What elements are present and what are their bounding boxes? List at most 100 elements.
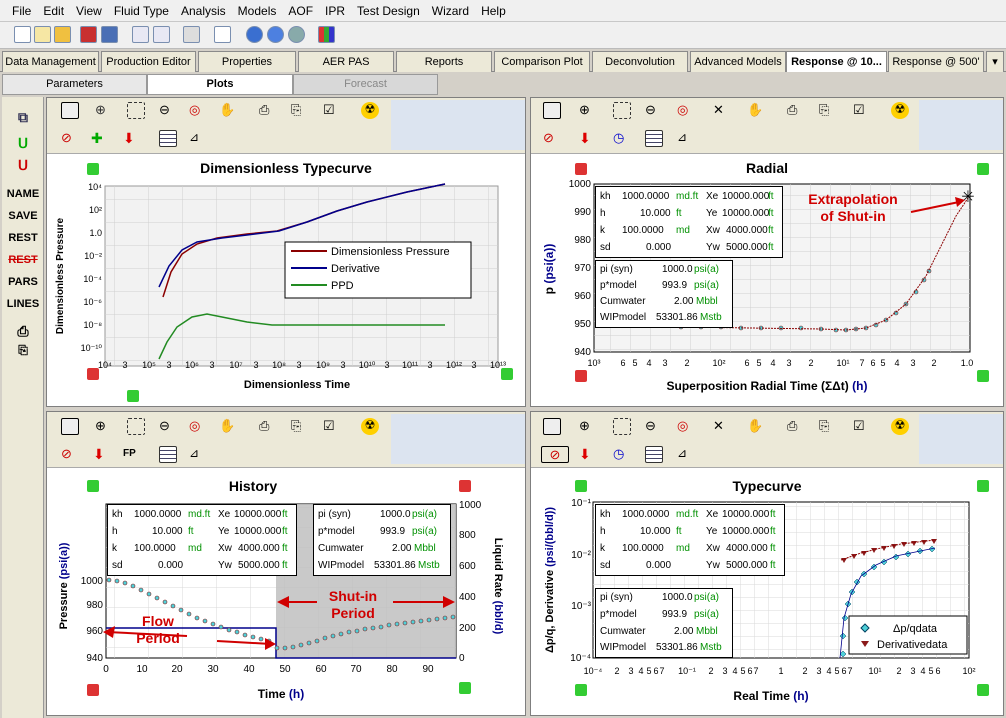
no-line-icon[interactable]: ⊘ bbox=[61, 446, 79, 463]
open-folder-icon[interactable] bbox=[54, 26, 71, 43]
settings-icon[interactable] bbox=[288, 26, 305, 43]
radiation-icon[interactable]: ☢ bbox=[361, 102, 379, 119]
table-icon[interactable] bbox=[645, 130, 663, 147]
name-button[interactable]: NAME bbox=[2, 188, 44, 200]
reset-zoom-icon[interactable]: ◎ bbox=[677, 102, 695, 119]
export-icon[interactable]: ⎘ bbox=[819, 102, 837, 119]
add-line-icon[interactable]: ✚ bbox=[91, 130, 109, 147]
unlock-icon[interactable] bbox=[977, 480, 989, 492]
menu-fluid-type[interactable]: Fluid Type bbox=[114, 4, 169, 18]
axes-icon[interactable]: ⊿ bbox=[677, 130, 695, 147]
tab-production-editor[interactable]: Production Editor bbox=[101, 51, 196, 72]
print-all-icon[interactable]: ⎘ bbox=[2, 343, 44, 358]
tab-response-500[interactable]: Response @ 500' bbox=[888, 51, 984, 72]
reset-zoom-icon[interactable]: ◎ bbox=[677, 418, 695, 435]
zoom-in-icon[interactable]: ⊕ bbox=[579, 418, 597, 435]
pointer-icon[interactable] bbox=[543, 418, 561, 435]
lock-icon[interactable] bbox=[87, 684, 99, 696]
radiation-icon[interactable]: ☢ bbox=[891, 102, 909, 119]
tab-data-management[interactable]: Data Management bbox=[2, 51, 99, 72]
fp-button[interactable]: FP bbox=[123, 448, 141, 465]
arrow-down-icon[interactable]: ⬇ bbox=[579, 130, 597, 147]
zoom-in-icon[interactable]: ⊕ bbox=[95, 418, 113, 435]
zoom-out-icon[interactable]: ⊖ bbox=[159, 102, 177, 119]
print-icon[interactable]: ⎙ bbox=[259, 418, 277, 435]
zoom-in-icon[interactable]: ⊕ bbox=[579, 102, 597, 119]
pan-icon[interactable]: ✋ bbox=[747, 418, 765, 435]
tab-advanced-models[interactable]: Advanced Models bbox=[690, 51, 786, 72]
reset-zoom-icon[interactable]: ◎ bbox=[189, 418, 207, 435]
unlock-icon[interactable] bbox=[575, 480, 587, 492]
axes-icon[interactable]: ⊿ bbox=[189, 446, 207, 463]
zoom-out-icon[interactable]: ⊖ bbox=[645, 102, 663, 119]
tab-response-10[interactable]: Response @ 10... bbox=[786, 51, 887, 73]
menu-file[interactable]: File bbox=[12, 4, 31, 18]
unlock-icon[interactable] bbox=[977, 684, 989, 696]
radiation-icon[interactable]: ☢ bbox=[891, 418, 909, 435]
no-line-icon[interactable]: ⊘ bbox=[61, 130, 79, 147]
menu-aof[interactable]: AOF bbox=[288, 4, 313, 18]
table-icon[interactable] bbox=[159, 446, 177, 463]
notes-icon[interactable]: ☑ bbox=[323, 102, 341, 119]
restore-button[interactable]: REST bbox=[2, 232, 44, 244]
print-icon[interactable]: ⎙ bbox=[787, 102, 805, 119]
notes-icon[interactable]: ☑ bbox=[323, 418, 341, 435]
crosshair-icon[interactable]: ✕ bbox=[713, 102, 731, 119]
menu-wizard[interactable]: Wizard bbox=[432, 4, 469, 18]
menu-test-design[interactable]: Test Design bbox=[357, 4, 420, 18]
menu-edit[interactable]: Edit bbox=[43, 4, 64, 18]
arrow-down-icon[interactable]: ⬇ bbox=[93, 446, 111, 463]
copy-plot-icon[interactable]: ⧉ bbox=[2, 109, 44, 126]
axes-icon[interactable]: ⊿ bbox=[189, 130, 207, 147]
fit-icon[interactable]: Ս bbox=[2, 135, 44, 152]
print-icon[interactable]: ⎙ bbox=[787, 418, 805, 435]
tab-aer-pas[interactable]: AER PAS bbox=[298, 51, 394, 72]
zoom-box-icon[interactable] bbox=[613, 418, 631, 435]
unlock-icon[interactable] bbox=[87, 163, 99, 175]
zoom-box-icon[interactable] bbox=[613, 102, 631, 119]
tab-plots[interactable]: Plots bbox=[147, 74, 293, 95]
menu-ipr[interactable]: IPR bbox=[325, 4, 345, 18]
lock-icon[interactable] bbox=[459, 480, 471, 492]
lines-button[interactable]: LINES bbox=[2, 298, 44, 310]
help-icon[interactable] bbox=[246, 26, 263, 43]
crosshair-icon[interactable]: ✕ bbox=[713, 418, 731, 435]
tab-forecast[interactable]: Forecast bbox=[293, 74, 438, 95]
lock-icon[interactable] bbox=[87, 368, 99, 380]
print-plot-icon[interactable]: ⎙ bbox=[2, 323, 44, 340]
pan-icon[interactable]: ✋ bbox=[219, 418, 237, 435]
pars-button[interactable]: PARS bbox=[2, 276, 44, 288]
zoom-box-icon[interactable] bbox=[127, 418, 145, 435]
pan-icon[interactable]: ✋ bbox=[747, 102, 765, 119]
menu-help[interactable]: Help bbox=[481, 4, 506, 18]
copy-icon[interactable] bbox=[132, 26, 149, 43]
pan-icon[interactable]: ✋ bbox=[219, 102, 237, 119]
zoom-in-icon[interactable]: ⊕ bbox=[95, 102, 113, 119]
no-line-toggle-icon[interactable]: ⊘ bbox=[541, 446, 569, 463]
export-icon[interactable]: ⎘ bbox=[291, 418, 309, 435]
zoom-out-icon[interactable]: ⊖ bbox=[645, 418, 663, 435]
restore-disabled-button[interactable]: REST bbox=[2, 254, 44, 266]
reset-zoom-icon[interactable]: ◎ bbox=[189, 102, 207, 119]
wizard-icon[interactable] bbox=[80, 26, 97, 43]
axes-icon[interactable]: ⊿ bbox=[677, 446, 695, 463]
pointer-icon[interactable] bbox=[61, 418, 79, 435]
zoom-box-icon[interactable] bbox=[127, 102, 145, 119]
menu-models[interactable]: Models bbox=[238, 4, 277, 18]
unlock-icon[interactable] bbox=[575, 684, 587, 696]
new-file-icon[interactable] bbox=[14, 26, 31, 43]
menu-view[interactable]: View bbox=[76, 4, 102, 18]
tab-comparison-plot[interactable]: Comparison Plot bbox=[494, 51, 590, 72]
clock-icon[interactable]: ◷ bbox=[613, 130, 631, 147]
arrow-down-icon[interactable]: ⬇ bbox=[579, 446, 597, 463]
unlock-icon[interactable] bbox=[87, 480, 99, 492]
table-icon[interactable] bbox=[159, 130, 177, 147]
lock-icon[interactable] bbox=[575, 370, 587, 382]
export-icon[interactable]: ⎘ bbox=[819, 418, 837, 435]
print-icon[interactable]: ⎙ bbox=[259, 102, 277, 119]
notes-icon[interactable]: ☑ bbox=[853, 418, 871, 435]
unlock-icon[interactable] bbox=[977, 163, 989, 175]
tabs-dropdown-icon[interactable]: ▾ bbox=[986, 51, 1004, 72]
unlock-icon[interactable] bbox=[459, 682, 471, 694]
lock-icon[interactable] bbox=[575, 163, 587, 175]
